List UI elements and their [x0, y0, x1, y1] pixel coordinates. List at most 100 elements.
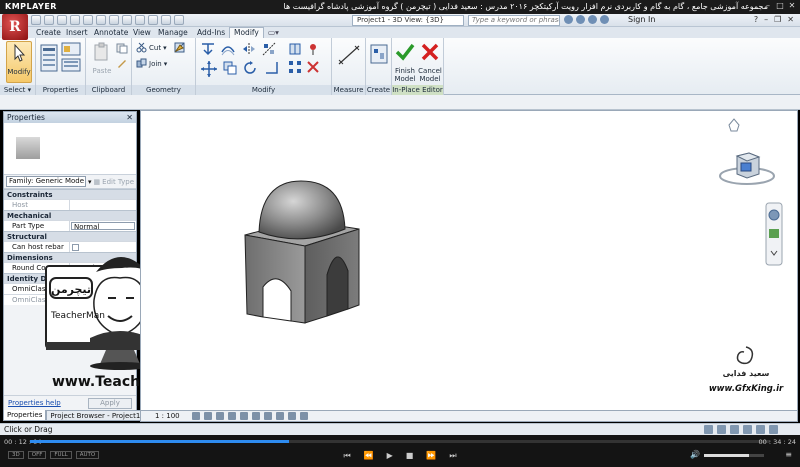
- mirror-draw-axis-icon[interactable]: [262, 42, 276, 56]
- 3d-view-icon[interactable]: [122, 15, 132, 25]
- next-icon[interactable]: ⏭: [449, 451, 456, 461]
- select-links-icon[interactable]: [730, 425, 739, 434]
- mirror-pick-axis-icon[interactable]: [242, 42, 256, 56]
- move-icon[interactable]: [200, 60, 218, 78]
- close-palette-icon[interactable]: ✕: [126, 112, 133, 123]
- steering-wheel-icon[interactable]: [768, 209, 780, 221]
- seek-bar[interactable]: [30, 440, 770, 443]
- play-icon[interactable]: ▶: [387, 451, 393, 461]
- create-group-icon[interactable]: [369, 43, 389, 65]
- select-panel-label[interactable]: Select ▾: [0, 85, 35, 95]
- paint-icon[interactable]: [174, 42, 185, 53]
- tab-add-ins[interactable]: Add-Ins: [197, 28, 225, 37]
- temporary-hide-icon[interactable]: [287, 412, 296, 420]
- favorites-icon[interactable]: [588, 15, 597, 24]
- paste-button[interactable]: Paste: [90, 41, 114, 75]
- dropdown-chevron-icon[interactable]: ▾: [88, 178, 92, 186]
- app-close-icon[interactable]: ✕: [787, 15, 794, 24]
- tab-annotate[interactable]: Annotate: [94, 28, 128, 37]
- show-crop-icon[interactable]: [263, 412, 272, 420]
- close-icon[interactable]: ✕: [788, 1, 796, 11]
- tab-manage[interactable]: Manage: [158, 28, 188, 37]
- stop-icon[interactable]: ■: [406, 451, 414, 461]
- redo-icon[interactable]: [70, 15, 80, 25]
- application-menu-button[interactable]: R: [2, 14, 28, 40]
- properties-help-link[interactable]: Properties help: [8, 399, 61, 407]
- print-icon[interactable]: [83, 15, 93, 25]
- cut-button[interactable]: Cut ▾: [136, 42, 167, 53]
- select-pinned-icon[interactable]: [756, 425, 765, 434]
- tab-modify[interactable]: Modify: [229, 27, 264, 38]
- finish-model-button[interactable]: Finish Model: [393, 41, 417, 83]
- menu-icon[interactable]: ≡: [785, 450, 792, 459]
- pin-icon[interactable]: [306, 42, 320, 56]
- detail-level-icon[interactable]: [191, 412, 200, 420]
- app-minimize-icon[interactable]: –: [764, 15, 768, 24]
- tab-view[interactable]: View: [133, 28, 151, 37]
- render-icon[interactable]: [239, 412, 248, 420]
- array-icon[interactable]: [288, 60, 302, 74]
- modify-button[interactable]: Modify: [6, 41, 32, 83]
- tab-project-browser[interactable]: Project Browser - Project1: [46, 410, 145, 421]
- close-hidden-icon[interactable]: [161, 15, 171, 25]
- tab-properties[interactable]: Properties: [3, 410, 47, 421]
- save-icon[interactable]: [44, 15, 54, 25]
- minimize-icon[interactable]: –: [764, 1, 772, 11]
- reveal-hidden-icon[interactable]: [299, 412, 308, 420]
- ribbon-toggle-icon[interactable]: ▭▾: [268, 28, 279, 37]
- type-properties-icon[interactable]: [61, 42, 81, 56]
- rotate-icon[interactable]: [242, 60, 258, 76]
- worksets-icon[interactable]: [704, 425, 713, 434]
- volume-slider[interactable]: [704, 454, 764, 457]
- visual-style-icon[interactable]: [203, 412, 212, 420]
- 3d-view-canvas[interactable]: [140, 110, 798, 411]
- join-button[interactable]: Join ▾: [136, 58, 167, 69]
- measure-panel-label[interactable]: Measure ▾: [332, 85, 365, 104]
- offset-icon[interactable]: [220, 42, 236, 56]
- measure-icon[interactable]: [96, 15, 106, 25]
- split-element-icon[interactable]: [288, 42, 302, 56]
- viewcube[interactable]: [719, 118, 775, 185]
- apply-button[interactable]: Apply: [88, 398, 132, 409]
- generic-model-element[interactable]: [244, 180, 360, 324]
- select-underlay-icon[interactable]: [743, 425, 752, 434]
- shadows-icon[interactable]: [227, 412, 236, 420]
- search-input[interactable]: Type a keyword or phrase: [468, 15, 560, 26]
- user-icon[interactable]: [600, 15, 609, 24]
- copy-element-icon[interactable]: [222, 60, 238, 76]
- maximize-icon[interactable]: □: [776, 1, 784, 11]
- volume-icon[interactable]: 🔊: [690, 450, 700, 459]
- open-icon[interactable]: [31, 15, 41, 25]
- design-options-icon[interactable]: [717, 425, 726, 434]
- delete-icon[interactable]: [306, 60, 320, 74]
- trim-extend-icon[interactable]: [264, 60, 280, 76]
- edit-type-icon[interactable]: ▦: [94, 178, 101, 186]
- view-scale[interactable]: 1 : 100: [155, 412, 180, 420]
- text-icon[interactable]: [109, 15, 119, 25]
- filter-icon[interactable]: [769, 425, 778, 434]
- zoom-icon[interactable]: [769, 229, 779, 238]
- subscription-icon[interactable]: [564, 15, 573, 24]
- family-types-icon[interactable]: [61, 58, 81, 72]
- lock-view-icon[interactable]: [275, 412, 284, 420]
- section-icon[interactable]: [135, 15, 145, 25]
- help-button[interactable]: ?: [754, 15, 758, 24]
- crop-view-icon[interactable]: [251, 412, 260, 420]
- match-properties-icon[interactable]: [116, 58, 128, 69]
- app-restore-icon[interactable]: ❐: [774, 15, 781, 24]
- tab-insert[interactable]: Insert: [66, 28, 88, 37]
- align-icon[interactable]: [200, 42, 216, 56]
- switch-windows-icon[interactable]: [174, 15, 184, 25]
- rewind-icon[interactable]: ⏪: [364, 451, 374, 461]
- prev-icon[interactable]: ⏮: [343, 451, 350, 461]
- forward-icon[interactable]: ⏩: [426, 451, 436, 461]
- home-icon[interactable]: [728, 118, 740, 132]
- sun-path-icon[interactable]: [215, 412, 224, 420]
- cancel-model-button[interactable]: Cancel Model: [418, 41, 442, 83]
- part-type-field[interactable]: Normal: [71, 222, 135, 230]
- group-constraints[interactable]: Constraints: [4, 189, 136, 199]
- thin-lines-icon[interactable]: [148, 15, 158, 25]
- communication-icon[interactable]: [576, 15, 585, 24]
- undo-icon[interactable]: [57, 15, 67, 25]
- tab-create[interactable]: Create: [36, 28, 61, 37]
